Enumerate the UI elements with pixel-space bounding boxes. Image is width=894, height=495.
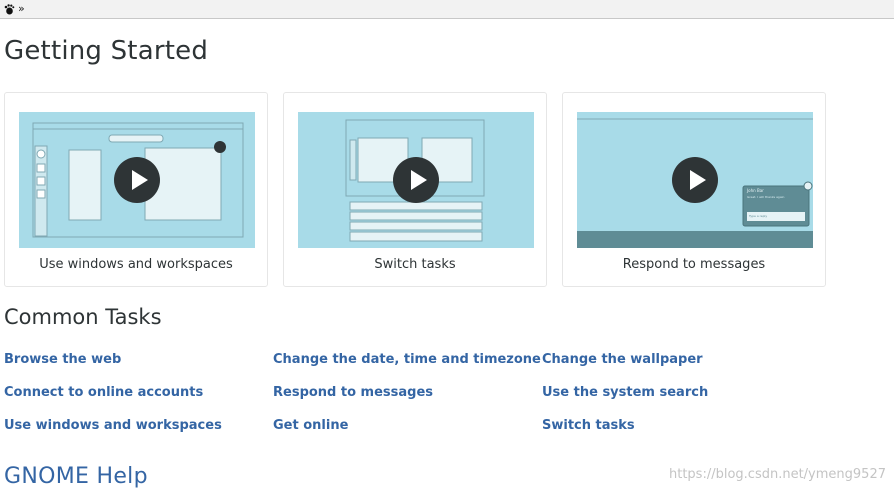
video-card-windows[interactable]: Use windows and workspaces (4, 92, 268, 287)
link-windows-workspaces[interactable]: Use windows and workspaces (4, 418, 222, 433)
card-caption: Respond to messages (622, 257, 766, 272)
gnome-foot-icon[interactable] (3, 3, 15, 15)
video-card-switch-tasks[interactable]: Switch tasks (283, 92, 547, 287)
link-system-search[interactable]: Use the system search (542, 385, 708, 400)
card-caption: Switch tasks (374, 257, 456, 272)
link-change-date-time[interactable]: Change the date, time and timezone (273, 352, 541, 367)
notification-reply-field: Type a reply (749, 214, 768, 218)
section-title-common-tasks: Common Tasks (4, 305, 162, 329)
link-browse-web[interactable]: Browse the web (4, 352, 121, 367)
link-switch-tasks[interactable]: Switch tasks (542, 418, 635, 433)
video-thumbnail[interactable] (19, 112, 255, 248)
link-respond-messages[interactable]: Respond to messages (273, 385, 433, 400)
notification-text: Great. I will thanks again (747, 195, 785, 199)
gnome-help-title[interactable]: GNOME Help (4, 464, 148, 489)
video-thumbnail[interactable] (298, 112, 534, 248)
link-change-wallpaper[interactable]: Change the wallpaper (542, 352, 703, 367)
card-caption: Use windows and workspaces (39, 257, 233, 272)
link-get-online[interactable]: Get online (273, 418, 348, 433)
play-icon[interactable] (114, 157, 160, 203)
video-thumbnail[interactable]: John Bar Great. I will thanks again Type… (577, 112, 813, 248)
overflow-chevron-icon[interactable]: » (18, 3, 25, 15)
video-card-messages[interactable]: John Bar Great. I will thanks again Type… (562, 92, 826, 287)
watermark: https://blog.csdn.net/ymeng9527 (669, 467, 886, 482)
play-icon[interactable] (393, 157, 439, 203)
toolbar: » (0, 0, 894, 19)
page-title: Getting Started (4, 36, 209, 66)
play-icon[interactable] (672, 157, 718, 203)
link-online-accounts[interactable]: Connect to online accounts (4, 385, 203, 400)
notification-name: John Bar (747, 188, 764, 193)
